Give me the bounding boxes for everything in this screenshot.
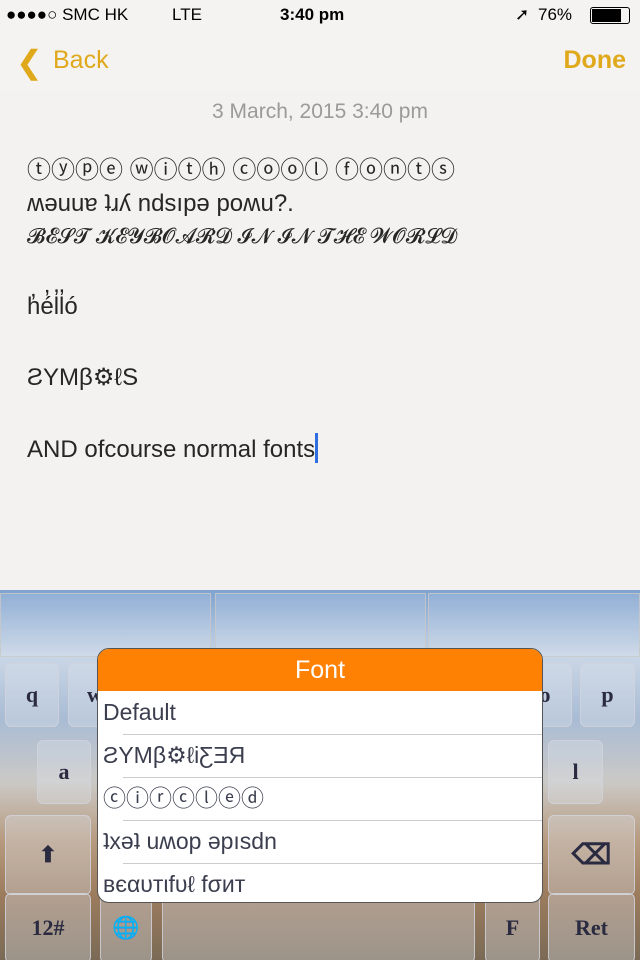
shift-key[interactable]: ⬆	[5, 815, 91, 895]
font-option-default[interactable]: Default	[98, 691, 542, 734]
note-line: ʍǝuuɐ ʇɹʎ ndsıpǝ poʍu?.	[27, 190, 294, 217]
status-bar: ●●●●○ SMC HK LTE 3:40 pm ➚ 76%	[0, 0, 640, 30]
back-button[interactable]: Back	[53, 46, 109, 75]
battery-percent: 76%	[538, 5, 573, 24]
key-a[interactable]: a	[37, 740, 91, 804]
text-caret	[315, 433, 319, 463]
font-key[interactable]: F	[485, 893, 540, 960]
carrier: ●●●●○ SMC HK	[6, 5, 129, 24]
note-line-last: AND ofcourse normal fonts	[27, 433, 319, 464]
battery-icon	[590, 7, 630, 24]
globe-key[interactable]: 🌐	[100, 893, 152, 960]
space-key[interactable]	[162, 893, 475, 960]
note-line: h̓é̓l̓l̓ó	[27, 293, 78, 320]
font-option-beautiful[interactable]: вєαυтιfυℓ fσит	[98, 863, 542, 902]
note-line: ƧYMβ⚙ℓS	[27, 364, 139, 391]
font-option-symbolizer[interactable]: ƧYMβ⚙ℓiƸƎЯ	[98, 734, 542, 777]
clock: 3:40 pm	[280, 5, 345, 24]
note-line: 𝓑𝓔𝓢𝓣 𝓚𝓔𝓨𝓑𝓞𝓐𝓡𝓓 𝓘𝓝 𝓘𝓝 𝓣𝓗𝓔 𝓦𝓞𝓡𝓛𝓓	[27, 225, 457, 248]
font-picker-popup: Font Default ƧYMβ⚙ℓiƸƎЯ ⓒⓘⓡⓒⓛⓔⓓ ʇxǝʇ uʍo…	[97, 648, 543, 903]
note-text: AND ofcourse normal fonts	[27, 436, 316, 463]
key-l[interactable]: l	[548, 740, 603, 804]
key-q[interactable]: q	[5, 663, 59, 727]
delete-key[interactable]: ⌫	[548, 815, 635, 895]
nav-bar: ❮ Back Done	[0, 40, 640, 84]
key-p[interactable]: p	[580, 663, 635, 727]
font-option-upside-down[interactable]: ʇxǝʇ uʍop ǝpısdn	[98, 820, 542, 863]
return-key[interactable]: Ret	[548, 893, 635, 960]
done-button[interactable]: Done	[564, 46, 627, 75]
numbers-key[interactable]: 12#	[5, 893, 91, 960]
network: LTE	[172, 5, 202, 24]
note-line: ⓣⓨⓟⓔ ⓦⓘⓣⓗ ⓒⓞⓞⓛ ⓕⓞⓝⓣⓢ	[27, 157, 456, 184]
font-option-circled[interactable]: ⓒⓘⓡⓒⓛⓔⓓ	[98, 777, 542, 820]
note-date: 3 March, 2015 3:40 pm	[212, 100, 428, 123]
back-chevron-icon[interactable]: ❮	[16, 43, 43, 81]
popup-title: Font	[98, 649, 542, 691]
location-icon: ➚	[515, 5, 530, 24]
